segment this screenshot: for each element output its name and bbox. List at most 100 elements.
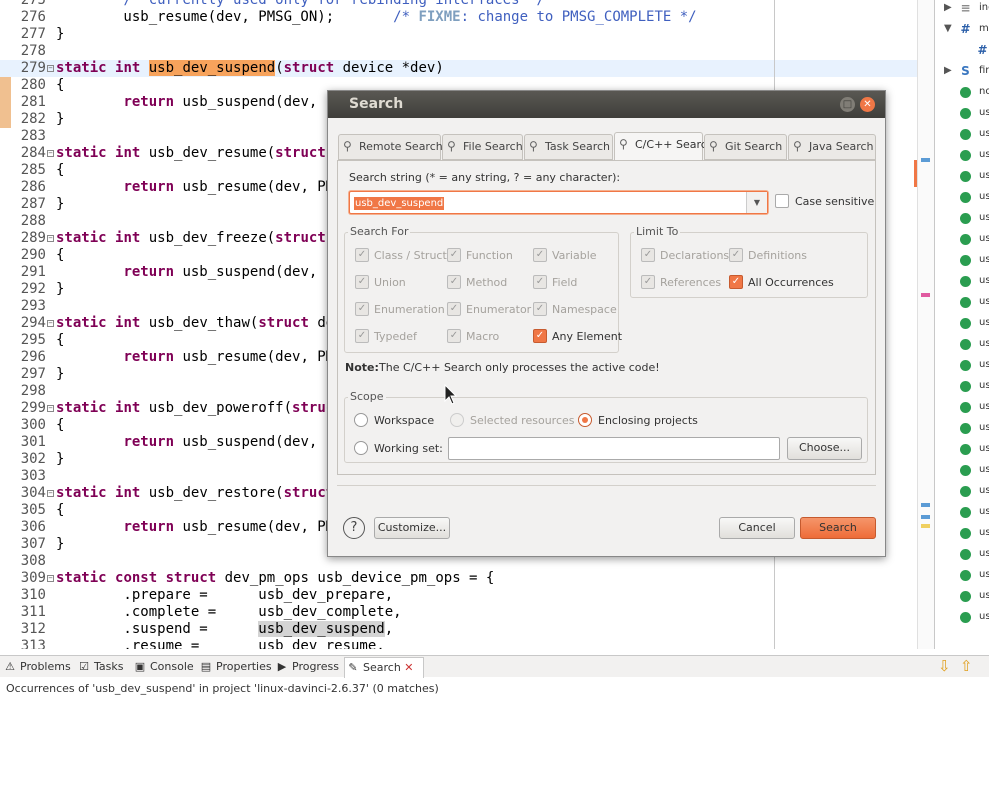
tab-c-c-search[interactable]: ⚲ C/C++ Search (614, 132, 714, 161)
outline-item[interactable]: ▼ # ma (935, 19, 989, 40)
code-line[interactable]: 279− static int usb_dev_suspend(struct de… (0, 60, 934, 77)
search-for-checkbox[interactable]: ✓ (355, 329, 369, 343)
overview-mark[interactable] (921, 515, 930, 519)
tab-remote-search[interactable]: ⚲ Remote Search (338, 134, 443, 160)
scope-selected-radio[interactable] (450, 413, 464, 427)
view-tab-tasks[interactable]: ☑ Tasks (76, 657, 128, 678)
view-tab-progress[interactable]: ▶ Progress (274, 657, 340, 678)
scope-selected-label[interactable]: Selected resources (470, 414, 575, 427)
limit-to-checkbox[interactable]: ✓ (641, 248, 655, 262)
outline-item[interactable]: ## (935, 40, 989, 61)
search-for-checkbox[interactable]: ✓ (355, 275, 369, 289)
outline-view[interactable]: ▶ ≡ inc ▼ # ma ## ▶ Sfir no us us us us us us us us us us us… (934, 0, 989, 649)
outline-item[interactable]: us (935, 208, 989, 229)
case-sensitive-label[interactable]: Case sensitive (795, 195, 874, 208)
search-for-label[interactable]: Union (374, 276, 406, 289)
overview-mark[interactable] (921, 158, 930, 162)
case-sensitive-checkbox[interactable] (775, 194, 789, 208)
search-for-label[interactable]: Enumeration (374, 303, 445, 316)
search-for-label[interactable]: Any Element (552, 330, 622, 343)
search-for-checkbox[interactable]: ✓ (447, 302, 461, 316)
limit-to-checkbox[interactable]: ✓ (729, 275, 743, 289)
outline-item[interactable]: us (935, 481, 989, 502)
outline-item[interactable]: us (935, 586, 989, 607)
code-line[interactable]: 275 /* currently used only for rebinding… (0, 0, 934, 9)
code-line[interactable]: 277} (0, 26, 934, 43)
search-for-checkbox[interactable]: ✓ (533, 302, 547, 316)
outline-item[interactable]: us (935, 460, 989, 481)
scope-enclosing-label[interactable]: Enclosing projects (598, 414, 698, 427)
limit-to-label[interactable]: Definitions (748, 249, 807, 262)
outline-item[interactable]: us (935, 166, 989, 187)
search-for-label[interactable]: Typedef (374, 330, 417, 343)
outline-item[interactable]: us (935, 145, 989, 166)
outline-item[interactable]: us (935, 250, 989, 271)
fold-toggle-icon[interactable]: − (47, 150, 54, 157)
view-tab-search[interactable]: ✎ Search ✕ (344, 657, 424, 678)
search-for-checkbox[interactable]: ✓ (533, 275, 547, 289)
outline-item[interactable]: us (935, 355, 989, 376)
tab-git-search[interactable]: ⚲ Git Search (704, 134, 787, 160)
customize-button[interactable]: Customize... (374, 517, 450, 539)
code-line[interactable]: 312 .suspend = usb_dev_suspend, (0, 621, 934, 638)
code-line[interactable]: 311 .complete = usb_dev_complete, (0, 604, 934, 621)
scope-workspace-radio[interactable] (354, 413, 368, 427)
search-for-label[interactable]: Enumerator (466, 303, 531, 316)
code-line[interactable]: 309− static const struct dev_pm_ops usb_d… (0, 570, 934, 587)
outline-item[interactable]: us (935, 565, 989, 586)
outline-item[interactable]: us (935, 103, 989, 124)
search-button[interactable]: Search (800, 517, 876, 539)
limit-to-label[interactable]: References (660, 276, 721, 289)
chevron-right-icon[interactable]: ▶ (944, 65, 952, 76)
search-for-label[interactable]: Class / Struct (374, 249, 447, 262)
scope-workspace-label[interactable]: Workspace (374, 414, 434, 427)
limit-to-checkbox[interactable]: ✓ (641, 275, 655, 289)
search-string-value[interactable]: usb_dev_suspend (354, 197, 445, 210)
outline-item[interactable]: ▶ ≡ inc (935, 0, 989, 19)
outline-item[interactable]: us (935, 334, 989, 355)
outline-item[interactable]: ▶ Sfir (935, 61, 989, 82)
fold-toggle-icon[interactable]: − (47, 490, 54, 497)
search-for-label[interactable]: Field (552, 276, 577, 289)
outline-item[interactable]: us (935, 607, 989, 628)
overview-mark[interactable] (921, 293, 930, 297)
search-for-checkbox[interactable]: ✓ (533, 329, 547, 343)
overview-mark[interactable] (921, 524, 930, 528)
outline-item[interactable]: us (935, 292, 989, 313)
search-for-checkbox[interactable]: ✓ (355, 248, 369, 262)
overview-ruler[interactable] (917, 0, 934, 649)
limit-to-label[interactable]: All Occurrences (748, 276, 834, 289)
search-for-label[interactable]: Variable (552, 249, 597, 262)
limit-to-label[interactable]: Declarations (660, 249, 729, 262)
cancel-button[interactable]: Cancel (719, 517, 795, 539)
outline-item[interactable]: no (935, 82, 989, 103)
tab-task-search[interactable]: ⚲ Task Search (524, 134, 613, 160)
previous-match-icon[interactable]: ⇧ (960, 657, 973, 675)
outline-item[interactable]: us (935, 313, 989, 334)
close-icon[interactable]: ✕ (401, 661, 413, 674)
search-for-checkbox[interactable]: ✓ (533, 248, 547, 262)
fold-toggle-icon[interactable]: − (47, 405, 54, 412)
choose-button[interactable]: Choose... (787, 437, 862, 460)
chevron-down-icon[interactable]: ▼ (746, 192, 767, 213)
tab-file-search[interactable]: ⚲ File Search (442, 134, 523, 160)
outline-item[interactable]: us (935, 229, 989, 250)
limit-to-checkbox[interactable]: ✓ (729, 248, 743, 262)
scope-working-set-radio[interactable] (354, 441, 368, 455)
search-for-label[interactable]: Function (466, 249, 513, 262)
code-line[interactable]: 276 usb_resume(dev, PMSG_ON); /* FIXME: … (0, 9, 934, 26)
outline-item[interactable]: us (935, 544, 989, 565)
outline-item[interactable]: us (935, 124, 989, 145)
fold-toggle-icon[interactable]: − (47, 65, 54, 72)
maximize-icon[interactable]: □ (840, 97, 855, 112)
view-tab-problems[interactable]: ⚠ Problems (2, 657, 72, 678)
overview-mark[interactable] (921, 503, 930, 507)
outline-item[interactable]: us (935, 439, 989, 460)
scope-enclosing-radio[interactable] (578, 413, 592, 427)
code-line[interactable]: 278 (0, 43, 934, 60)
outline-item[interactable]: us (935, 397, 989, 418)
code-line[interactable]: 313 .resume = usb_dev_resume, (0, 638, 934, 649)
fold-toggle-icon[interactable]: − (47, 320, 54, 327)
fold-toggle-icon[interactable]: − (47, 575, 54, 582)
search-for-label[interactable]: Method (466, 276, 507, 289)
